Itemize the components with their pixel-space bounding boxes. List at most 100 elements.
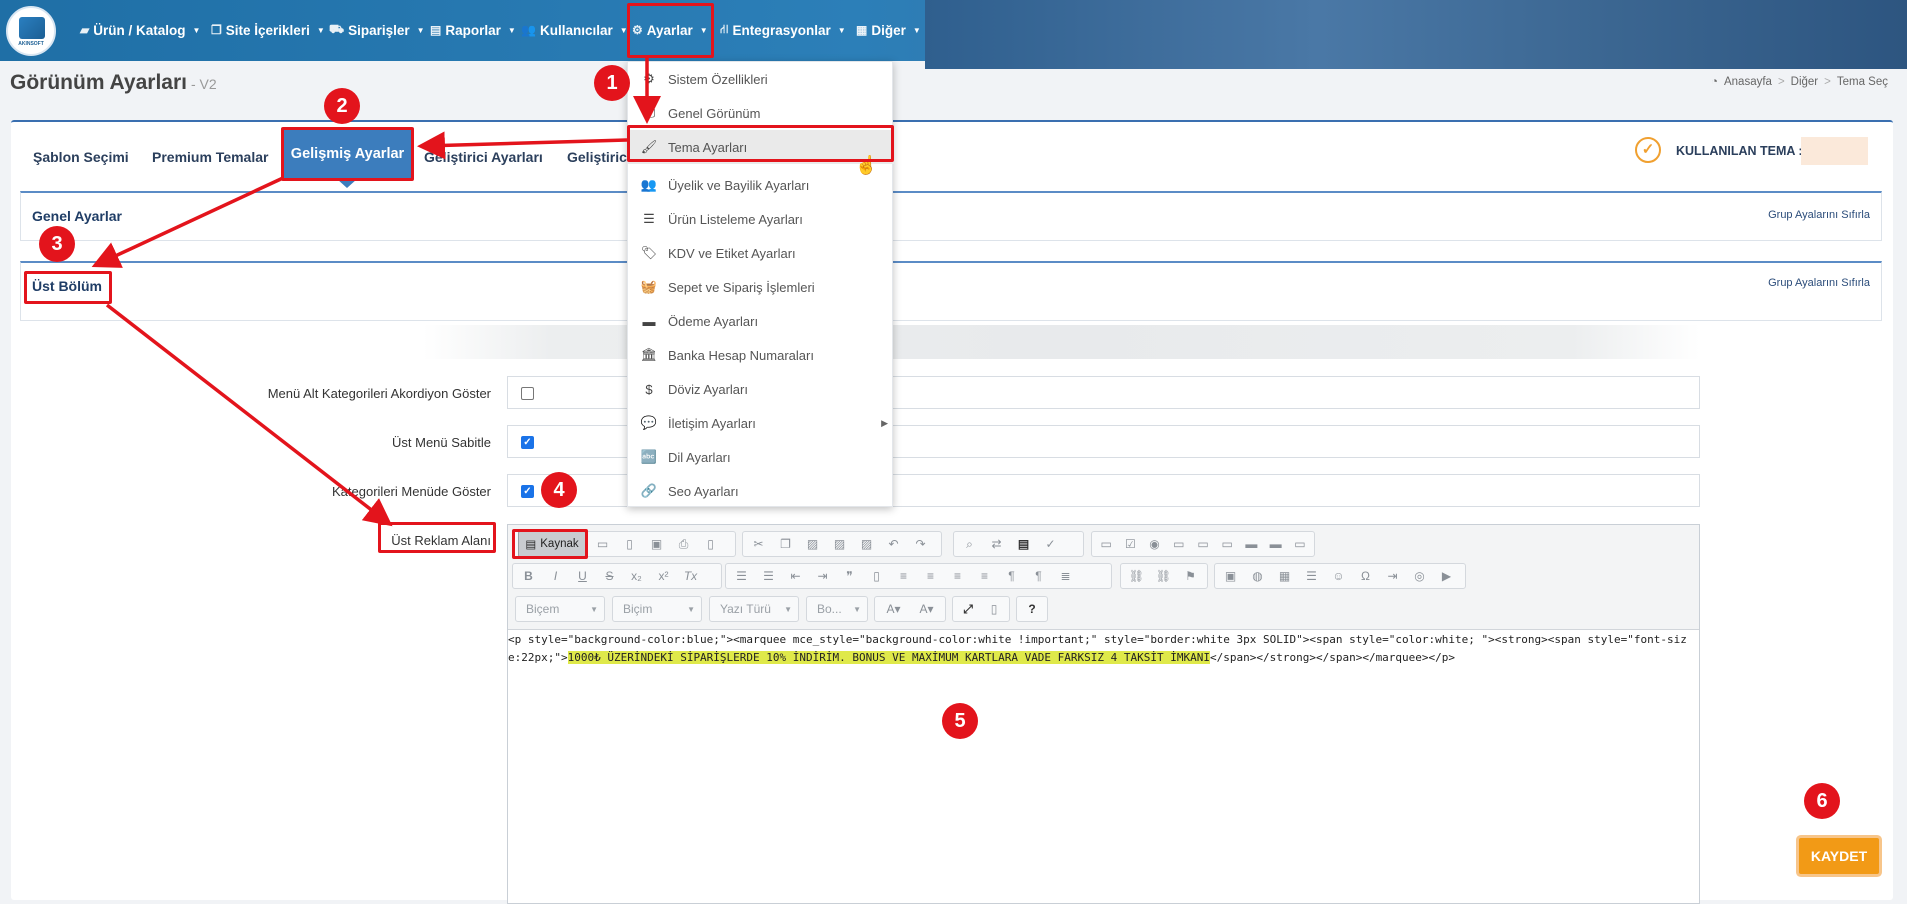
- tab-developer-more[interactable]: Geliştiric: [567, 149, 627, 165]
- italic-icon[interactable]: I: [542, 565, 569, 587]
- rtl-icon[interactable]: ¶: [1025, 565, 1052, 587]
- align-right-icon[interactable]: ≡: [944, 565, 971, 587]
- accordion-submenu-checkbox[interactable]: [521, 387, 534, 400]
- nav-site-contents[interactable]: ❐ Site İçerikleri ▼: [211, 20, 325, 40]
- select-all-icon[interactable]: ▤: [1010, 533, 1037, 555]
- annotation-marker-3: 3: [39, 226, 75, 262]
- align-center-icon[interactable]: ≡: [917, 565, 944, 587]
- smiley-icon[interactable]: ☺: [1325, 565, 1352, 587]
- link-icon[interactable]: ⛓: [1123, 565, 1150, 587]
- brand-logo[interactable]: AKINSOFT: [6, 6, 56, 56]
- menu-item-currency[interactable]: $ Döviz Ayarları: [628, 372, 894, 406]
- tab-premium-themes[interactable]: Premium Temalar: [152, 149, 268, 165]
- menu-item-cart-orders[interactable]: 🧺 Sepet ve Sipariş İşlemleri: [628, 270, 894, 304]
- textarea-icon[interactable]: ▭: [1191, 533, 1215, 555]
- checkbox-icon[interactable]: ☑: [1118, 533, 1142, 555]
- image-button-icon[interactable]: ▬: [1264, 533, 1288, 555]
- help-icon[interactable]: ?: [1019, 598, 1045, 620]
- link-icon: 🔗: [640, 483, 658, 498]
- font-size-combo[interactable]: Bo... ▼: [806, 596, 868, 622]
- horizontal-rule-icon[interactable]: ☰: [1298, 565, 1325, 587]
- button-field-icon[interactable]: ▬: [1239, 533, 1263, 555]
- special-char-icon[interactable]: Ω: [1352, 565, 1379, 587]
- remove-format-icon[interactable]: Tx: [677, 565, 704, 587]
- menu-item-seo[interactable]: 🔗 Seo Ayarları: [628, 474, 894, 508]
- nav-integrations[interactable]: ⛙ Entegrasyonlar ▼: [720, 20, 846, 40]
- reset-group-link[interactable]: Grup Ayalarını Sıfırla: [1768, 209, 1870, 221]
- underline-icon[interactable]: U: [569, 565, 596, 587]
- nav-users[interactable]: 👥 Kullanıcılar ▼: [521, 20, 628, 40]
- breadcrumb-other[interactable]: Diğer: [1791, 76, 1818, 88]
- subscript-icon[interactable]: x₂: [623, 565, 650, 587]
- save-button[interactable]: KAYDET: [1799, 838, 1879, 874]
- menu-item-bank-accounts[interactable]: 🏛 Banka Hesap Numaraları: [628, 338, 894, 372]
- breadcrumb-home[interactable]: Anasayfa: [1724, 76, 1772, 88]
- maximize-icon[interactable]: ⤢: [955, 598, 981, 620]
- nav-product-catalog[interactable]: ▰ Ürün / Katalog ▼: [80, 20, 200, 40]
- copy-icon[interactable]: ❐: [772, 533, 799, 555]
- tab-template-selection[interactable]: Şablon Seçimi: [33, 149, 129, 165]
- reset-group-link[interactable]: Grup Ayalarını Sıfırla: [1768, 277, 1870, 289]
- outdent-icon[interactable]: ⇤: [782, 565, 809, 587]
- unlink-icon[interactable]: ⛓: [1150, 565, 1177, 587]
- find-icon[interactable]: ⌕: [956, 533, 983, 555]
- redo-icon[interactable]: ↷: [907, 533, 934, 555]
- radio-icon[interactable]: ◉: [1142, 533, 1166, 555]
- toolbar-group-tools: ⤢ ▯: [952, 596, 1010, 622]
- undo-icon[interactable]: ↶: [880, 533, 907, 555]
- nav-orders[interactable]: ⛟ Siparişler ▼: [329, 20, 425, 40]
- paste-text-icon[interactable]: ▨: [826, 533, 853, 555]
- fixed-top-menu-checkbox[interactable]: ✓: [521, 436, 534, 449]
- youtube-icon[interactable]: ▶: [1433, 565, 1460, 587]
- image-icon[interactable]: ▣: [1217, 565, 1244, 587]
- source-code-area[interactable]: <p style="background-color:blue;"><marqu…: [508, 631, 1693, 667]
- menu-item-contact[interactable]: 💬 İletişim Ayarları ▶: [628, 406, 894, 440]
- div-icon[interactable]: ▯: [863, 565, 890, 587]
- bulleted-list-icon[interactable]: ☰: [755, 565, 782, 587]
- menu-item-language[interactable]: 🔤 Dil Ayarları: [628, 440, 894, 474]
- preview-icon[interactable]: ▣: [643, 533, 670, 555]
- spellcheck-icon[interactable]: ✓: [1037, 533, 1064, 555]
- nav-other[interactable]: ▦ Diğer ▼: [856, 20, 921, 40]
- font-combo[interactable]: Yazı Türü ▼: [709, 596, 799, 622]
- align-left-icon[interactable]: ≡: [890, 565, 917, 587]
- menu-item-product-listing[interactable]: ☰ Ürün Listeleme Ayarları: [628, 202, 894, 236]
- indent-icon[interactable]: ⇥: [809, 565, 836, 587]
- menu-item-system-features[interactable]: ⚙ Sistem Özellikleri: [628, 62, 894, 96]
- strike-icon[interactable]: S: [596, 565, 623, 587]
- text-color-icon[interactable]: A▾: [877, 598, 910, 620]
- bold-icon[interactable]: B: [515, 565, 542, 587]
- cut-icon[interactable]: ✂: [745, 533, 772, 555]
- ltr-icon[interactable]: ¶: [998, 565, 1025, 587]
- save-doc-icon[interactable]: ▭: [589, 533, 616, 555]
- anchor-icon[interactable]: ⚑: [1177, 565, 1204, 587]
- flash-icon[interactable]: ◍: [1244, 565, 1271, 587]
- form-icon[interactable]: ▭: [1094, 533, 1118, 555]
- superscript-icon[interactable]: x²: [650, 565, 677, 587]
- hidden-field-icon[interactable]: ▭: [1288, 533, 1312, 555]
- select-field-icon[interactable]: ▭: [1215, 533, 1239, 555]
- blockquote-icon[interactable]: ❞: [836, 565, 863, 587]
- paste-icon[interactable]: ▨: [799, 533, 826, 555]
- textfield-icon[interactable]: ▭: [1167, 533, 1191, 555]
- numbered-list-icon[interactable]: ☰: [728, 565, 755, 587]
- templates-icon[interactable]: ▯: [697, 533, 724, 555]
- justify-icon[interactable]: ≡: [971, 565, 998, 587]
- menu-item-payment[interactable]: ▬ Ödeme Ayarları: [628, 304, 894, 338]
- styles-combo[interactable]: Biçem ▼: [515, 596, 605, 622]
- language-icon[interactable]: ≣: [1052, 565, 1079, 587]
- menu-item-vat-tags[interactable]: 🏷 KDV ve Etiket Ayarları: [628, 236, 894, 270]
- replace-icon[interactable]: ⇄: [983, 533, 1010, 555]
- bg-color-icon[interactable]: A▾: [910, 598, 943, 620]
- show-blocks-icon[interactable]: ▯: [981, 598, 1007, 620]
- tab-developer-settings[interactable]: Geliştirici Ayarları: [424, 149, 543, 165]
- iframe-icon[interactable]: ◎: [1406, 565, 1433, 587]
- table-icon[interactable]: ▦: [1271, 565, 1298, 587]
- paste-word-icon[interactable]: ▨: [853, 533, 880, 555]
- categories-in-menu-checkbox[interactable]: ✓: [521, 485, 534, 498]
- print-icon[interactable]: ⎙: [670, 533, 697, 555]
- nav-reports[interactable]: ▤ Raporlar ▼: [430, 20, 516, 40]
- format-combo[interactable]: Biçim ▼: [612, 596, 702, 622]
- page-break-icon[interactable]: ⇥: [1379, 565, 1406, 587]
- new-page-icon[interactable]: ▯: [616, 533, 643, 555]
